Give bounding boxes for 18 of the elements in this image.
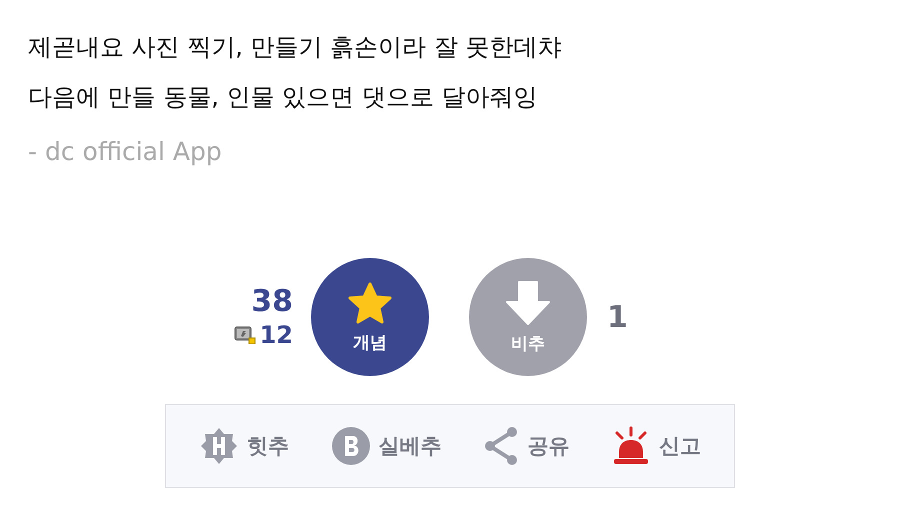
share-icon (483, 426, 520, 466)
fixed-user-count: 12 (260, 320, 293, 350)
action-button[interactable]: 실베추 (330, 426, 442, 466)
upvote-count: 38 (251, 284, 293, 320)
upvote-button[interactable]: 개념 (311, 258, 429, 376)
signature-text: - dc official App (28, 136, 223, 168)
downvote-button[interactable]: 비추 (469, 258, 587, 376)
action-button[interactable]: 신고 (611, 426, 702, 466)
star-icon (347, 280, 393, 324)
post-text: 제곧내요 사진 찍기, 만들기 흙손이라 잘 못한데챠 (28, 32, 562, 63)
fixed-user-icon (234, 326, 256, 344)
circle-badge-icon (330, 426, 371, 466)
down-arrow-icon (505, 280, 551, 326)
downvote-count: 1 (607, 300, 628, 334)
post-text: 다음에 만들 동물, 인물 있으면 댓으로 달아줘잉 (28, 82, 538, 113)
action-button[interactable]: 공유 (483, 426, 570, 466)
action-button[interactable]: 힛추 (198, 426, 289, 466)
hexagon-badge-icon (198, 426, 239, 466)
